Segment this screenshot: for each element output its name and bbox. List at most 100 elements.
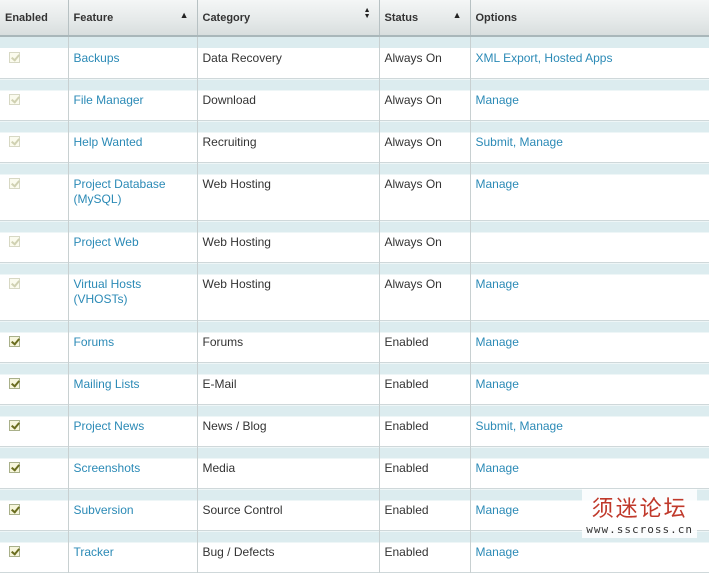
enabled-cell (0, 320, 69, 363)
enabled-cell (0, 220, 69, 263)
option-link[interactable]: Manage (520, 419, 563, 433)
status-cell: Enabled (379, 320, 471, 363)
enabled-checkbox (9, 178, 20, 189)
status-cell: Always On (379, 262, 471, 321)
enabled-checkbox[interactable] (9, 546, 20, 557)
option-link[interactable]: Manage (476, 93, 519, 107)
option-link[interactable]: Manage (476, 377, 519, 391)
feature-cell: Help Wanted (68, 120, 198, 163)
enabled-checkbox (9, 94, 20, 105)
sort-both-icon: ▲ ▼ (363, 7, 371, 20)
option-link[interactable]: Submit (476, 135, 513, 149)
options-cell: Manage (470, 162, 709, 221)
option-link[interactable]: Manage (476, 503, 519, 517)
category-cell: Forums (197, 320, 380, 363)
enabled-cell (0, 362, 69, 405)
header-row: Enabled Feature ▲ Category ▲ ▼ Status ▲ Opti… (0, 0, 709, 37)
status-cell: Enabled (379, 362, 471, 405)
status-cell: Enabled (379, 404, 471, 447)
column-header-status[interactable]: Status ▲ (379, 0, 471, 37)
enabled-cell (0, 120, 69, 163)
status-cell: Enabled (379, 446, 471, 489)
feature-cell: File Manager (68, 78, 198, 121)
category-cell: Web Hosting (197, 162, 380, 221)
features-table: Enabled Feature ▲ Category ▲ ▼ Status ▲ Opti… (0, 0, 709, 573)
feature-link[interactable]: Project Database (MySQL) (74, 177, 166, 206)
feature-link[interactable]: Project Web (74, 235, 139, 249)
feature-cell: Project News (68, 404, 198, 447)
feature-link[interactable]: Screenshots (74, 461, 141, 475)
category-cell: Web Hosting (197, 220, 380, 263)
enabled-cell (0, 404, 69, 447)
options-cell: Manage (470, 320, 709, 363)
status-cell: Always On (379, 220, 471, 263)
table-row: Project Database (MySQL) Web Hosting Alway… (0, 162, 709, 221)
option-separator: , (512, 135, 520, 149)
enabled-cell (0, 446, 69, 489)
feature-link[interactable]: Project News (74, 419, 145, 433)
option-link[interactable]: Submit (476, 419, 513, 433)
category-cell: Download (197, 78, 380, 121)
option-link[interactable]: Manage (476, 545, 519, 559)
option-link[interactable]: Manage (476, 461, 519, 475)
enabled-checkbox[interactable] (9, 504, 20, 515)
enabled-cell (0, 78, 69, 121)
column-header-category[interactable]: Category ▲ ▼ (197, 0, 380, 37)
feature-cell: Project Web (68, 220, 198, 263)
options-cell: Manage (470, 362, 709, 405)
status-cell: Always On (379, 120, 471, 163)
feature-link[interactable]: Backups (74, 51, 120, 65)
options-cell: Manage (470, 78, 709, 121)
table-row: Mailing Lists E-Mail Enabled Manage (0, 362, 709, 405)
options-cell (470, 220, 709, 263)
feature-link[interactable]: Help Wanted (74, 135, 143, 149)
enabled-cell (0, 36, 69, 79)
category-cell: E-Mail (197, 362, 380, 405)
column-header-options[interactable]: Options (470, 0, 709, 37)
table-row: Backups Data Recovery Always On XML Export,… (0, 36, 709, 79)
option-link[interactable]: Hosted Apps (544, 51, 612, 65)
feature-link[interactable]: Tracker (74, 545, 114, 559)
feature-cell: Screenshots (68, 446, 198, 489)
category-cell: Data Recovery (197, 36, 380, 79)
feature-link[interactable]: Subversion (74, 503, 134, 517)
enabled-checkbox (9, 278, 20, 289)
enabled-cell (0, 488, 69, 531)
enabled-checkbox[interactable] (9, 420, 20, 431)
options-cell: Manage (470, 446, 709, 489)
feature-cell: Virtual Hosts (VHOSTs) (68, 262, 198, 321)
feature-link[interactable]: Virtual Hosts (VHOSTs) (74, 277, 142, 306)
option-link[interactable]: XML Export (476, 51, 538, 65)
table-row: Project Web Web Hosting Always On (0, 220, 709, 263)
column-header-enabled[interactable]: Enabled (0, 0, 69, 37)
sort-ascending-icon: ▲ (179, 10, 189, 20)
feature-link[interactable]: Forums (74, 335, 115, 349)
enabled-checkbox (9, 52, 20, 63)
option-link[interactable]: Manage (520, 135, 563, 149)
feature-cell: Mailing Lists (68, 362, 198, 405)
table-row: Help Wanted Recruiting Always On Submit, Ma… (0, 120, 709, 163)
enabled-checkbox[interactable] (9, 462, 20, 473)
feature-link[interactable]: Mailing Lists (74, 377, 140, 391)
category-cell: Web Hosting (197, 262, 380, 321)
enabled-checkbox[interactable] (9, 378, 20, 389)
option-link[interactable]: Manage (476, 277, 519, 291)
option-link[interactable]: Manage (476, 335, 519, 349)
enabled-cell (0, 262, 69, 321)
feature-link[interactable]: File Manager (74, 93, 144, 107)
category-cell: Recruiting (197, 120, 380, 163)
category-cell: News / Blog (197, 404, 380, 447)
sort-ascending-icon: ▲ (452, 10, 462, 20)
column-header-feature[interactable]: Feature ▲ (68, 0, 198, 37)
category-cell: Bug / Defects (197, 530, 380, 573)
feature-cell: Tracker (68, 530, 198, 573)
enabled-checkbox (9, 136, 20, 147)
feature-cell: Forums (68, 320, 198, 363)
option-link[interactable]: Manage (476, 177, 519, 191)
table-row: Forums Forums Enabled Manage (0, 320, 709, 363)
status-cell: Always On (379, 162, 471, 221)
watermark-url-text: www.sscross.cn (586, 523, 693, 536)
enabled-checkbox[interactable] (9, 336, 20, 347)
option-separator: , (512, 419, 520, 433)
watermark-chinese-text: 须迷论坛 (591, 497, 688, 522)
